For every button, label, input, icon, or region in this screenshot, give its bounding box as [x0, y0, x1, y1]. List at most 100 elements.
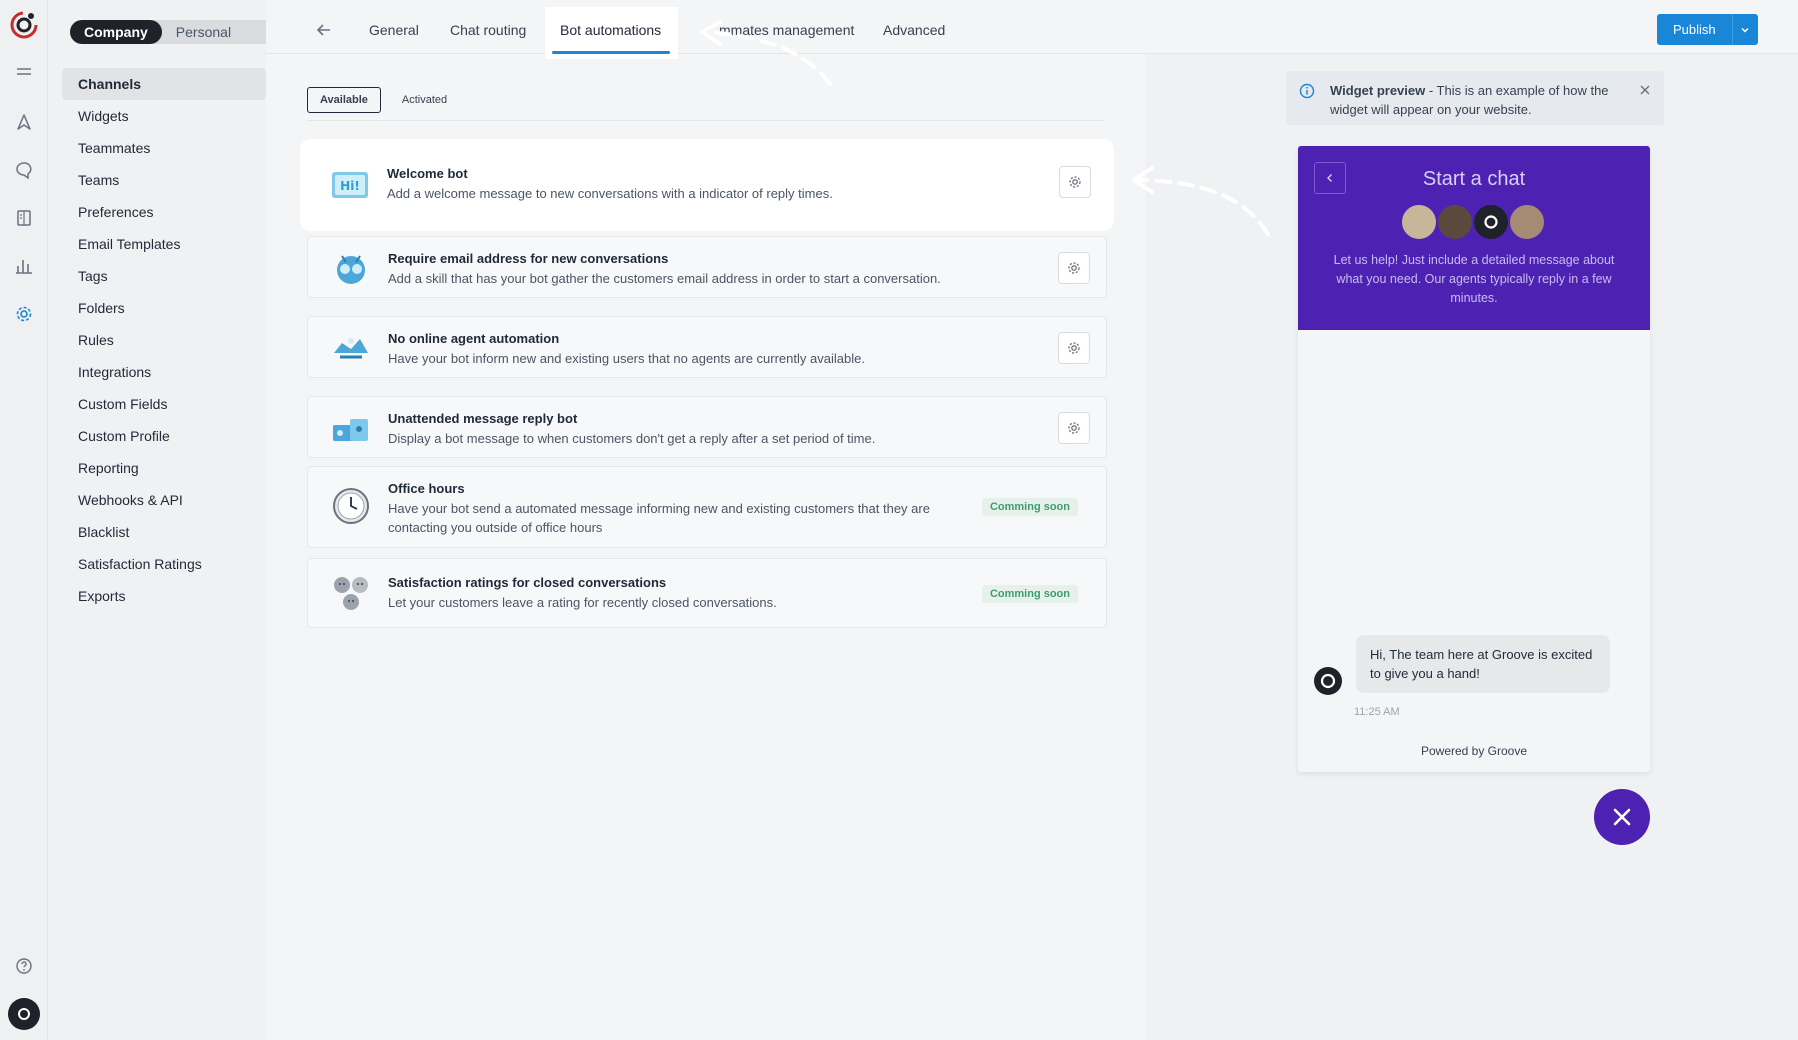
info-icon	[1299, 83, 1315, 99]
help-icon[interactable]	[12, 954, 36, 978]
chat-message-bubble: Hi, The team here at Groove is excited t…	[1356, 635, 1610, 693]
widget-preview-notice: Widget preview - This is an example of h…	[1286, 71, 1664, 125]
nav-item-tags[interactable]: Tags	[62, 260, 266, 292]
card-title: Office hours	[388, 481, 465, 496]
chat-widget-preview: Start a chat Let us help! Just include a…	[1298, 146, 1650, 772]
agent-avatar	[1508, 203, 1546, 241]
automation-card-no-online-agent[interactable]: No online agent automation Have your bot…	[307, 316, 1107, 378]
automation-card-office-hours[interactable]: Office hours Have your bot send a automa…	[307, 466, 1107, 548]
automation-card-require-email[interactable]: Require email address for new conversati…	[307, 236, 1107, 298]
nav-item-custom-fields[interactable]: Custom Fields	[62, 388, 266, 420]
powered-by-label: Powered by Groove	[1420, 744, 1528, 758]
nav-item-webhooks-api[interactable]: Webhooks & API	[62, 484, 266, 516]
nav-item-rules[interactable]: Rules	[62, 324, 266, 356]
subtab-available[interactable]: Available	[307, 87, 381, 113]
card-title: Welcome bot	[387, 166, 468, 181]
gear-icon	[1068, 262, 1080, 274]
settings-nav: Channels Widgets Teammates Teams Prefere…	[62, 68, 266, 612]
nav-item-preferences[interactable]: Preferences	[62, 196, 266, 228]
nav-item-satisfaction-ratings[interactable]: Satisfaction Ratings	[62, 548, 266, 580]
configure-button[interactable]	[1058, 252, 1090, 284]
reports-icon[interactable]	[12, 254, 36, 278]
agent-avatar	[1472, 203, 1510, 241]
groove-avatar-icon	[1320, 673, 1336, 689]
configure-button[interactable]	[1058, 332, 1090, 364]
tab-general[interactable]: General	[369, 22, 419, 38]
notice-text: Widget preview - This is an example of h…	[1330, 81, 1620, 119]
nav-item-channels[interactable]: Channels	[62, 68, 266, 100]
nav-item-exports[interactable]: Exports	[62, 580, 266, 612]
agent-avatar	[1400, 203, 1438, 241]
subtab-divider	[307, 120, 1105, 121]
workspace-toggle: Company Personal	[70, 20, 291, 44]
bot-avatar	[1314, 667, 1342, 695]
configure-button[interactable]	[1058, 412, 1090, 444]
groove-logo-icon[interactable]	[9, 10, 39, 40]
subtab-activated[interactable]: Activated	[389, 87, 460, 113]
welcome-bot-illustration-icon: Hi!	[332, 172, 368, 198]
widget-title: Start a chat	[1422, 168, 1526, 190]
close-icon[interactable]	[1638, 83, 1652, 97]
coming-soon-badge: Comming soon	[981, 585, 1078, 603]
email-bot-illustration-icon	[337, 255, 365, 284]
publish-dropdown-button[interactable]	[1731, 14, 1758, 45]
notice-title: Widget preview	[1330, 83, 1426, 98]
nav-item-email-templates[interactable]: Email Templates	[62, 228, 266, 260]
nav-item-teammates[interactable]: Teammates	[62, 132, 266, 164]
clock-icon	[333, 488, 369, 524]
tab-chat-routing[interactable]: Chat routing	[450, 22, 526, 38]
gear-icon	[1069, 176, 1081, 188]
navigation-icon[interactable]	[12, 110, 36, 134]
nav-item-reporting[interactable]: Reporting	[62, 452, 266, 484]
card-title: Satisfaction ratings for closed conversa…	[388, 575, 667, 590]
nav-item-custom-profile[interactable]: Custom Profile	[62, 420, 266, 452]
automation-card-satisfaction-ratings[interactable]: Satisfaction ratings for closed conversa…	[307, 558, 1107, 628]
knowledge-base-icon[interactable]	[12, 206, 36, 230]
personal-option[interactable]: Personal	[162, 20, 245, 44]
back-arrow-icon[interactable]	[314, 20, 334, 40]
close-icon	[1613, 808, 1631, 826]
card-description: Add a skill that has your bot gather the…	[388, 271, 941, 286]
main-content: General Chat routing Bot automations mma…	[266, 0, 1798, 1040]
nav-item-teams[interactable]: Teams	[62, 164, 266, 196]
publish-button[interactable]: Publish	[1657, 14, 1732, 45]
active-tab-underline	[552, 51, 670, 54]
company-option[interactable]: Company	[70, 20, 162, 44]
automation-card-welcome-bot[interactable]: Hi! Welcome bot Add a welcome message to…	[307, 146, 1107, 224]
card-title: Unattended message reply bot	[388, 411, 578, 426]
app-rail	[0, 0, 48, 1040]
tab-bot-automations[interactable]: Bot automations	[560, 22, 661, 38]
configure-button[interactable]	[1059, 166, 1091, 198]
nav-item-integrations[interactable]: Integrations	[62, 356, 266, 388]
nav-item-blacklist[interactable]: Blacklist	[62, 516, 266, 548]
gear-icon	[1068, 342, 1080, 354]
nav-item-folders[interactable]: Folders	[62, 292, 266, 324]
card-title: No online agent automation	[388, 331, 560, 346]
chat-icon[interactable]	[12, 158, 36, 182]
message-timestamp: 11:25 AM	[1354, 706, 1400, 718]
agent-avatar	[1436, 203, 1474, 241]
widget-subtitle: Let us help! Just include a detailed mes…	[1333, 253, 1615, 305]
agent-avatars	[1400, 203, 1546, 241]
card-description: Have your bot inform new and existing us…	[388, 351, 865, 366]
user-avatar[interactable]	[8, 998, 40, 1030]
channel-tabs-bar: General Chat routing Bot automations mma…	[266, 0, 1798, 59]
card-description: Add a welcome message to new conversatio…	[387, 186, 833, 201]
card-title: Require email address for new conversati…	[388, 251, 669, 266]
menu-icon[interactable]	[12, 60, 36, 84]
widget-header: Start a chat Let us help! Just include a…	[1298, 146, 1650, 330]
tab-advanced[interactable]: Advanced	[883, 22, 945, 38]
ratings-faces-icon	[334, 577, 368, 610]
chevron-down-icon	[1741, 27, 1749, 33]
tab-teammates-management[interactable]: mmates management	[719, 22, 854, 38]
card-description: Have your bot send a automated message i…	[388, 501, 930, 535]
automation-card-unattended-reply[interactable]: Unattended message reply bot Display a b…	[307, 396, 1107, 458]
unattended-bot-illustration-icon	[333, 419, 368, 441]
groove-avatar-icon	[18, 1008, 30, 1020]
publish-group: Publish	[1657, 14, 1758, 45]
settings-icon[interactable]	[12, 302, 36, 326]
nav-item-widgets[interactable]: Widgets	[62, 100, 266, 132]
automation-filter-tabs: Available Activated	[307, 87, 468, 113]
card-description: Display a bot message to when customers …	[388, 431, 876, 446]
widget-close-button[interactable]	[1594, 789, 1650, 845]
